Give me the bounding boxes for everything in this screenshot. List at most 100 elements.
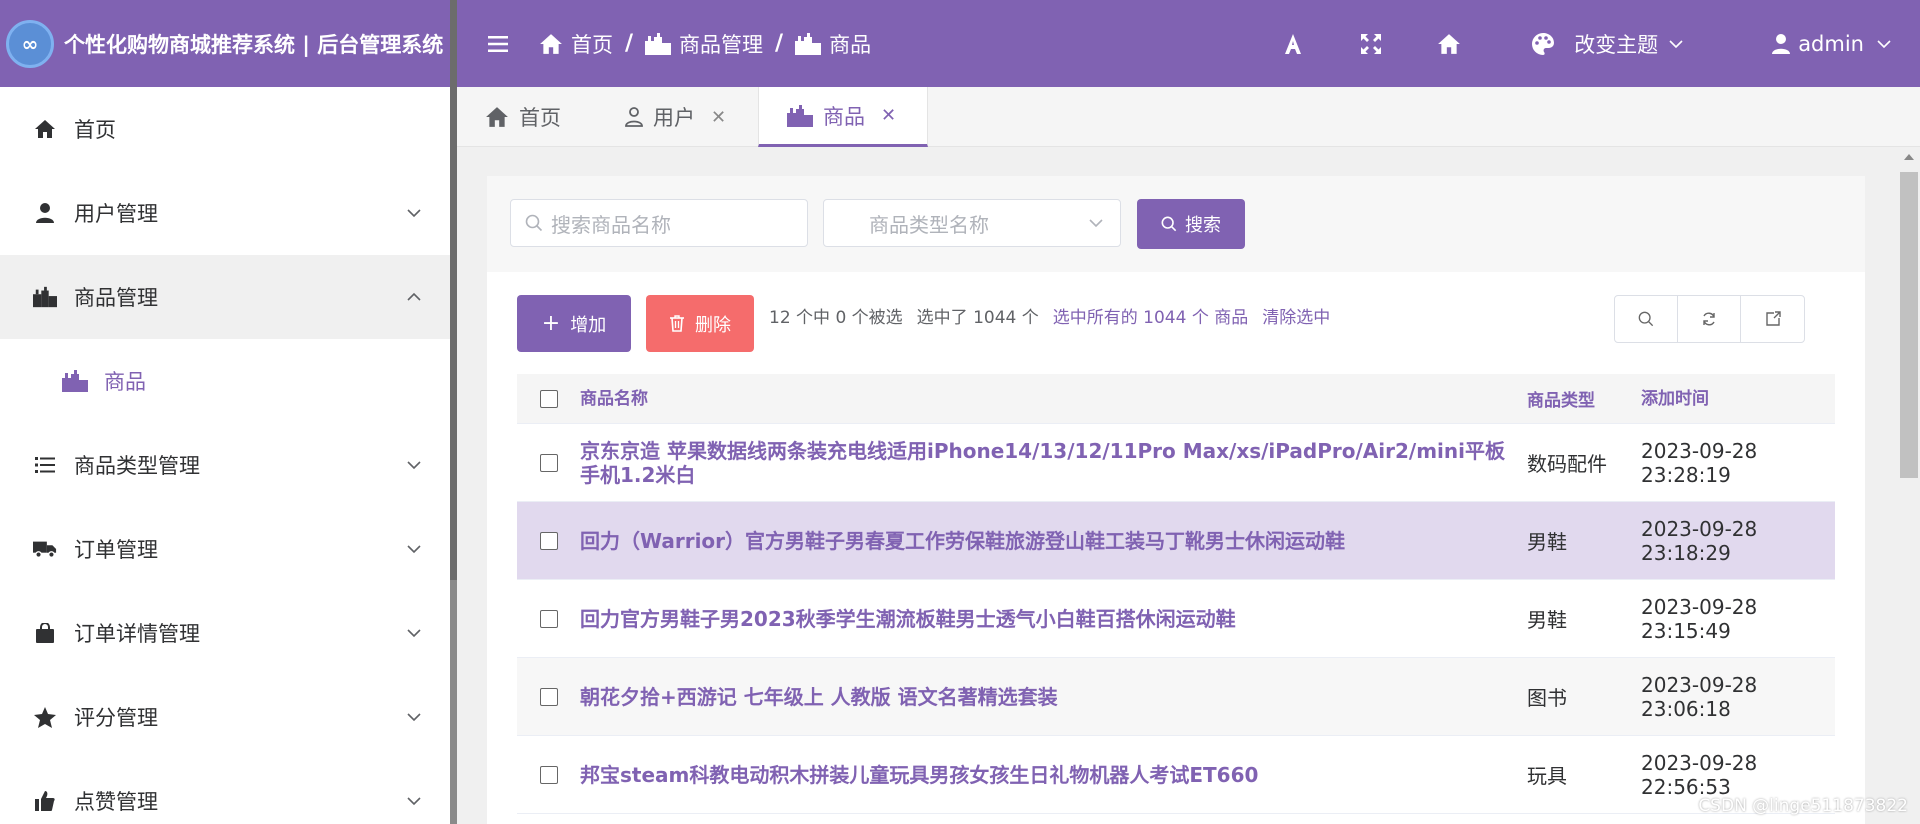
username: admin — [1798, 31, 1864, 56]
tab-home[interactable]: 首页 — [485, 87, 561, 147]
tab-bar: 首页 用户 ✕ 商品 ✕ — [457, 87, 1920, 147]
user-outline-icon — [625, 107, 643, 127]
sidebar-item-goods-types[interactable]: 商品类型管理 — [0, 423, 452, 507]
added-time: 2023-09-28 23:06:18 — [1641, 673, 1835, 721]
added-date: 2023-09-28 — [1641, 672, 1758, 697]
user-menu[interactable]: admin — [1772, 32, 1892, 56]
sidebar-item-order-details[interactable]: 订单详情管理 — [0, 591, 452, 675]
star-icon — [33, 705, 57, 729]
table-row[interactable]: 回力官方男鞋子男2023秋季学生潮流板鞋男士透气小白鞋百搭休闲运动鞋 男鞋 20… — [517, 580, 1835, 658]
column-header-name[interactable]: 商品名称 — [580, 387, 1527, 411]
select-all-link[interactable]: 选中所有的 1044 个 商品 — [1053, 303, 1248, 328]
chevron-down-icon — [407, 461, 421, 470]
close-icon[interactable]: ✕ — [881, 105, 896, 126]
sidebar-item-label: 订单管理 — [74, 538, 158, 562]
main-scrollbar-thumb[interactable] — [1900, 172, 1918, 478]
user-icon — [33, 201, 57, 225]
goods-icon — [33, 285, 57, 309]
add-button[interactable]: + 增加 — [517, 295, 631, 352]
added-time: 2023-09-28 23:18:29 — [1641, 517, 1835, 565]
search-name-input[interactable]: 搜索商品名称 — [510, 199, 808, 247]
palette-icon — [1532, 32, 1555, 55]
select-all-checkbox[interactable] — [539, 389, 558, 408]
sidebar: ∞ 个性化购物商城推荐系统 | 后台管理系统 首页 用户管理 商品管理 商品 商… — [0, 0, 452, 824]
sidebar-item-label: 商品管理 — [74, 286, 158, 310]
goods-type: 玩具 — [1527, 764, 1567, 788]
row-checkbox[interactable] — [539, 765, 558, 784]
goods-icon — [795, 32, 822, 55]
added-time: 2023-09-28 22:56:53 — [1641, 751, 1835, 799]
column-header-time[interactable]: 添加时间 — [1641, 387, 1835, 411]
added-clock: 23:15:49 — [1641, 618, 1731, 643]
sidebar-item-label: 首页 — [74, 118, 116, 142]
tab-users[interactable]: 用户 ✕ — [625, 87, 726, 147]
refresh-icon[interactable] — [1678, 296, 1741, 342]
sidebar-item-orders[interactable]: 订单管理 — [0, 507, 452, 591]
goods-name[interactable]: 回力官方男鞋子男2023秋季学生潮流板鞋男士透气小白鞋百搭休闲运动鞋 — [580, 607, 1527, 631]
row-checkbox[interactable] — [539, 609, 558, 628]
goods-name[interactable]: 回力（Warrior）官方男鞋子男春夏工作劳保鞋旅游登山鞋工装马丁靴男士休闲运动… — [580, 529, 1527, 553]
sidebar-item-users[interactable]: 用户管理 — [0, 171, 452, 255]
breadcrumb-item-goods-management[interactable]: 商品管理 — [645, 29, 763, 59]
search-icon — [1161, 216, 1177, 232]
brand-logo: ∞ — [6, 19, 54, 68]
tab-goods[interactable]: 商品 ✕ — [758, 87, 928, 147]
scroll-up-arrow-icon[interactable] — [1904, 154, 1914, 160]
home-icon[interactable] — [1434, 29, 1464, 59]
main-scrollbar[interactable] — [1898, 150, 1920, 824]
sidebar-item-ratings[interactable]: 评分管理 — [0, 675, 452, 759]
chevron-down-icon — [407, 629, 421, 638]
chevron-up-icon — [407, 292, 421, 301]
search-toggle-icon[interactable] — [1615, 296, 1678, 342]
goods-type: 图书 — [1527, 686, 1567, 710]
chevron-down-icon — [407, 713, 421, 722]
sidebar-item-goods-management[interactable]: 商品管理 — [0, 255, 452, 339]
truck-icon — [33, 537, 57, 561]
row-checkbox[interactable] — [539, 687, 558, 706]
search-button[interactable]: 搜索 — [1137, 199, 1245, 249]
table-actions — [1614, 295, 1805, 343]
added-date: 2023-09-28 — [1641, 750, 1758, 775]
fullscreen-icon[interactable] — [1356, 29, 1386, 59]
sidebar-scrollbar[interactable] — [450, 0, 457, 824]
export-icon[interactable] — [1741, 296, 1804, 342]
search-button-label: 搜索 — [1185, 215, 1221, 236]
goods-type-select[interactable]: 商品类型名称 — [823, 199, 1121, 247]
added-clock: 23:06:18 — [1641, 696, 1731, 721]
watermark: CSDN @linge511873822 — [1698, 796, 1908, 816]
goods-icon — [645, 32, 672, 55]
sidebar-menu: 首页 用户管理 商品管理 商品 商品类型管理 订单管理 订单详情管理 评分管理 … — [0, 87, 452, 824]
sidebar-item-home[interactable]: 首页 — [0, 87, 452, 171]
font-size-icon[interactable] — [1278, 29, 1308, 59]
home-icon — [33, 117, 57, 141]
header-tools: 改变主题 admin — [1278, 0, 1920, 87]
table-row[interactable]: 邦宝steam科教电动积木拼装儿童玩具男孩女孩生日礼物机器人考试ET660 玩具… — [517, 736, 1835, 814]
table-row[interactable]: 朝花夕拾+西游记 七年级上 人教版 语文名著精选套装 图书 2023-09-28… — [517, 658, 1835, 736]
breadcrumb-item-home[interactable]: 首页 — [539, 29, 613, 59]
goods-icon — [787, 104, 813, 127]
tab-label: 首页 — [519, 106, 561, 130]
search-icon — [525, 214, 543, 232]
goods-name[interactable]: 邦宝steam科教电动积木拼装儿童玩具男孩女孩生日礼物机器人考试ET660 — [580, 763, 1527, 787]
sidebar-scrollbar-thumb[interactable] — [450, 0, 457, 580]
sidebar-subitem-goods[interactable]: 商品 — [0, 339, 452, 423]
added-clock: 22:56:53 — [1641, 774, 1731, 799]
clear-selection-link[interactable]: 清除选中 — [1262, 303, 1330, 328]
goods-name[interactable]: 京东京造 苹果数据线两条装充电线适用iPhone14/13/12/11Pro M… — [580, 439, 1527, 487]
goods-type-placeholder: 商品类型名称 — [869, 212, 989, 237]
row-checkbox[interactable] — [539, 531, 558, 550]
menu-toggle-icon[interactable] — [487, 33, 509, 55]
goods-name[interactable]: 朝花夕拾+西游记 七年级上 人教版 语文名著精选套装 — [580, 685, 1527, 709]
table-row[interactable]: 京东京造 苹果数据线两条装充电线适用iPhone14/13/12/11Pro M… — [517, 424, 1835, 502]
column-header-type[interactable]: 商品类型 — [1527, 386, 1641, 411]
delete-button[interactable]: 删除 — [646, 295, 754, 352]
close-icon[interactable]: ✕ — [711, 107, 726, 128]
table-row[interactable]: 回力（Warrior）官方男鞋子男春夏工作劳保鞋旅游登山鞋工装马丁靴男士休闲运动… — [517, 502, 1835, 580]
goods-table: 商品名称 商品类型 添加时间 京东京造 苹果数据线两条装充电线适用iPhone1… — [517, 374, 1835, 814]
row-checkbox[interactable] — [539, 453, 558, 472]
theme-switcher[interactable]: 改变主题 — [1532, 29, 1684, 59]
added-date: 2023-09-28 — [1641, 516, 1758, 541]
chevron-down-icon — [407, 797, 421, 806]
sidebar-item-likes[interactable]: 点赞管理 — [0, 759, 452, 824]
table-header: 商品名称 商品类型 添加时间 — [517, 374, 1835, 424]
